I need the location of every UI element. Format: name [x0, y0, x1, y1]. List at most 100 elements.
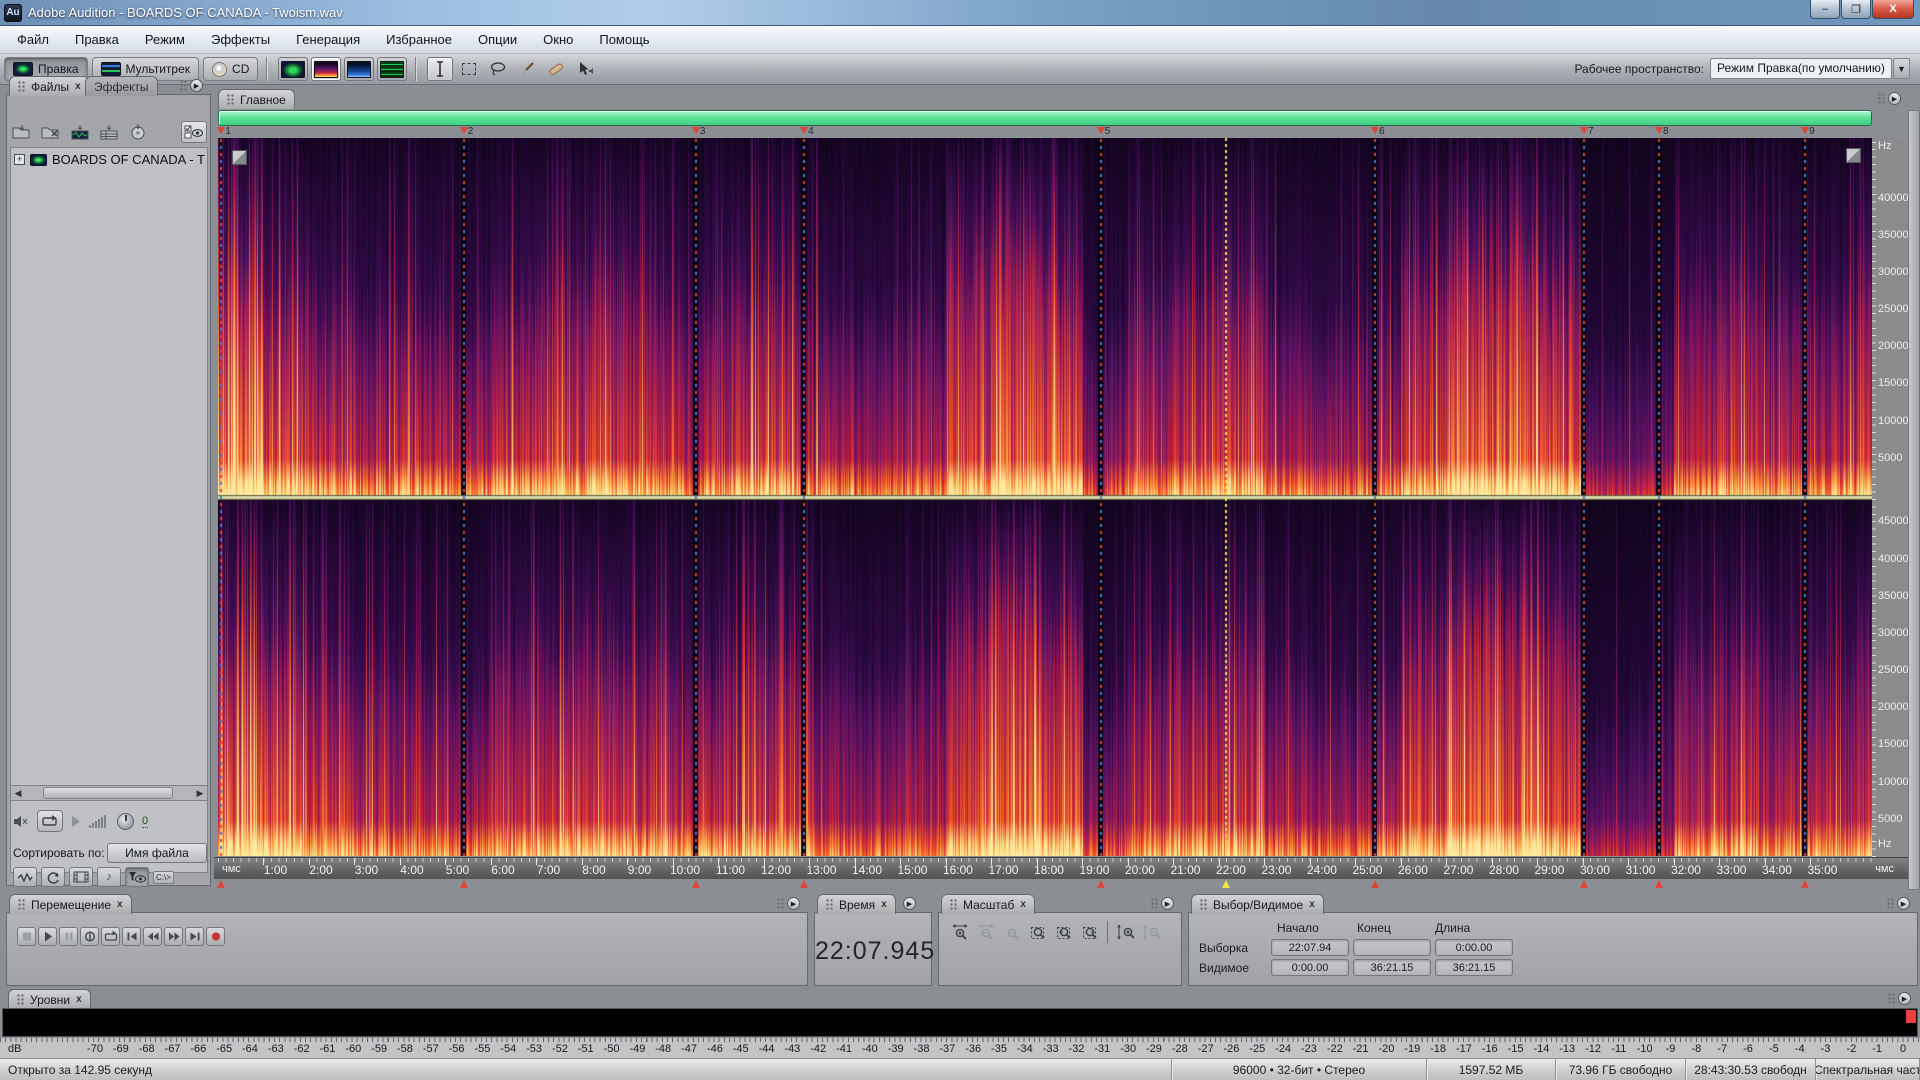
marker-2[interactable]: 2 — [460, 127, 474, 136]
preview-volume-knob[interactable] — [117, 813, 134, 830]
marker-anchor-9[interactable] — [1801, 880, 1809, 888]
time-panel-menu[interactable]: ▶ — [903, 897, 929, 910]
filter-options-button[interactable] — [125, 867, 149, 887]
spectral-display-button[interactable] — [311, 57, 341, 81]
record-button[interactable] — [206, 927, 225, 946]
show-midi-files-button[interactable]: ♪ — [97, 867, 121, 887]
play-spool-button[interactable] — [80, 927, 99, 946]
mute-speaker-icon[interactable] — [13, 815, 29, 828]
workspace-select[interactable]: Режим Правка(по умолчанию) — [1710, 58, 1892, 79]
marker-anchor-5[interactable] — [1097, 880, 1105, 888]
zoom-in-v-button[interactable] — [1115, 923, 1137, 941]
close-tab-icon[interactable]: x — [881, 899, 887, 910]
close-tab-icon[interactable]: x — [1309, 899, 1315, 910]
cd-view-button[interactable]: CD — [203, 57, 258, 81]
tab-levels[interactable]: Уровни x — [8, 989, 91, 1009]
tab-transport[interactable]: Перемещение x — [9, 894, 132, 914]
marker-4[interactable]: 4 — [800, 127, 814, 136]
spectral-display[interactable] — [218, 138, 1872, 856]
display-range-handle-left[interactable] — [232, 150, 247, 165]
marker-1[interactable]: 1 — [217, 127, 231, 136]
levels-panel-menu[interactable]: ▶ — [1888, 992, 1914, 1005]
close-tab-icon[interactable]: x — [76, 994, 82, 1005]
marker-3[interactable]: 3 — [692, 127, 706, 136]
marker-anchor-7[interactable] — [1580, 880, 1588, 888]
files-panel-menu[interactable]: ▶ — [180, 79, 206, 92]
spectral-pan-display-button[interactable] — [344, 57, 374, 81]
marker-anchor-2[interactable] — [460, 880, 468, 888]
show-video-files-button[interactable] — [69, 867, 93, 887]
menu-item-3[interactable]: Режим — [132, 28, 198, 51]
scrollbar-thumb[interactable] — [43, 787, 173, 799]
tab-zoom[interactable]: Масштаб x — [941, 894, 1035, 914]
preview-play-icon[interactable] — [71, 816, 81, 827]
tab-effects[interactable]: Эффекты — [85, 76, 158, 96]
display-range-handle-right[interactable] — [1846, 148, 1861, 163]
zoom-full-button[interactable] — [1001, 923, 1023, 941]
tab-time[interactable]: Время x — [817, 894, 896, 914]
cd-extract-button[interactable] — [127, 123, 149, 141]
zoom-out-v-button[interactable] — [1141, 923, 1163, 941]
scroll-left-icon[interactable]: ◀ — [11, 788, 25, 799]
view-length-field[interactable]: 36:21.15 — [1435, 959, 1513, 976]
tab-selection-view[interactable]: Выбор/Видимое x — [1191, 894, 1324, 914]
file-list-item[interactable]: + BOARDS OF CANADA - T — [11, 148, 207, 167]
close-tab-icon[interactable]: x — [75, 81, 81, 92]
zoom-sel-right-button[interactable] — [1079, 923, 1101, 941]
zoom-out-h-button[interactable] — [975, 923, 997, 941]
scroll-right-icon[interactable]: ▶ — [193, 788, 207, 799]
marker-5[interactable]: 5 — [1097, 127, 1111, 136]
spot-healing-brush-tool[interactable] — [543, 57, 569, 81]
menu-item-8[interactable]: Окно — [530, 28, 586, 51]
sort-by-select[interactable]: Имя файла — [107, 843, 207, 863]
menu-item-1[interactable]: Файл — [4, 28, 62, 51]
time-selection-tool[interactable] — [427, 57, 453, 81]
preview-volume-value[interactable]: 0 — [142, 815, 148, 828]
zoom-sel-left-button[interactable] — [1053, 923, 1075, 941]
menu-item-2[interactable]: Правка — [62, 28, 132, 51]
show-audio-files-button[interactable] — [13, 867, 37, 887]
file-list-hscrollbar[interactable]: ◀ ▶ — [10, 785, 208, 801]
current-time-display[interactable]: 22:07.945 — [815, 937, 931, 966]
marker-anchor-8[interactable] — [1655, 880, 1663, 888]
menu-item-5[interactable]: Генерация — [283, 28, 373, 51]
close-tab-icon[interactable]: x — [1020, 899, 1026, 910]
range-overview-bar[interactable] — [218, 110, 1872, 126]
zoom-panel-menu[interactable]: ▶ — [1151, 897, 1177, 910]
go-end-button[interactable] — [185, 927, 204, 946]
lasso-selection-tool[interactable] — [485, 57, 511, 81]
menu-item-4[interactable]: Эффекты — [198, 28, 283, 51]
clip-indicator[interactable] — [1906, 1010, 1916, 1023]
import-file-button[interactable] — [11, 123, 33, 141]
titlebar[interactable]: Au Adobe Audition - BOARDS OF CANADA - T… — [0, 0, 1920, 26]
close-button[interactable]: X — [1872, 0, 1914, 19]
marker-6[interactable]: 6 — [1371, 127, 1385, 136]
view-start-field[interactable]: 0:00.00 — [1271, 959, 1349, 976]
pause-button[interactable] — [59, 927, 78, 946]
playhead-anchor[interactable] — [1222, 880, 1230, 888]
close-tab-icon[interactable]: x — [117, 899, 123, 910]
play-loop-button[interactable] — [101, 927, 120, 946]
marker-anchor-1[interactable] — [217, 880, 225, 888]
effects-paintbrush-tool[interactable] — [514, 57, 540, 81]
show-loop-files-button[interactable] — [41, 867, 65, 887]
level-meter[interactable] — [2, 1008, 1918, 1037]
menu-item-6[interactable]: Избранное — [373, 28, 465, 51]
minimize-button[interactable]: – — [1810, 0, 1840, 19]
marker-anchor-6[interactable] — [1371, 880, 1379, 888]
marker-anchor-4[interactable] — [800, 880, 808, 888]
fast-forward-button[interactable] — [164, 927, 183, 946]
tab-main[interactable]: Главное — [218, 89, 295, 109]
marker-9[interactable]: 9 — [1801, 127, 1815, 136]
tree-expand-icon[interactable]: + — [14, 154, 25, 165]
play-button[interactable] — [38, 927, 57, 946]
menu-item-7[interactable]: Опции — [465, 28, 530, 51]
restore-button[interactable]: ❐ — [1841, 0, 1871, 19]
selection-length-field[interactable]: 0:00.00 — [1435, 939, 1513, 956]
advanced-options-icon[interactable]: C:\> — [153, 871, 174, 884]
go-start-button[interactable] — [122, 927, 141, 946]
main-panel-menu[interactable]: ▶ — [1878, 92, 1904, 105]
stop-button[interactable] — [17, 927, 36, 946]
insert-into-multitrack-button[interactable] — [69, 123, 91, 141]
zoom-selection-button[interactable] — [1027, 923, 1049, 941]
